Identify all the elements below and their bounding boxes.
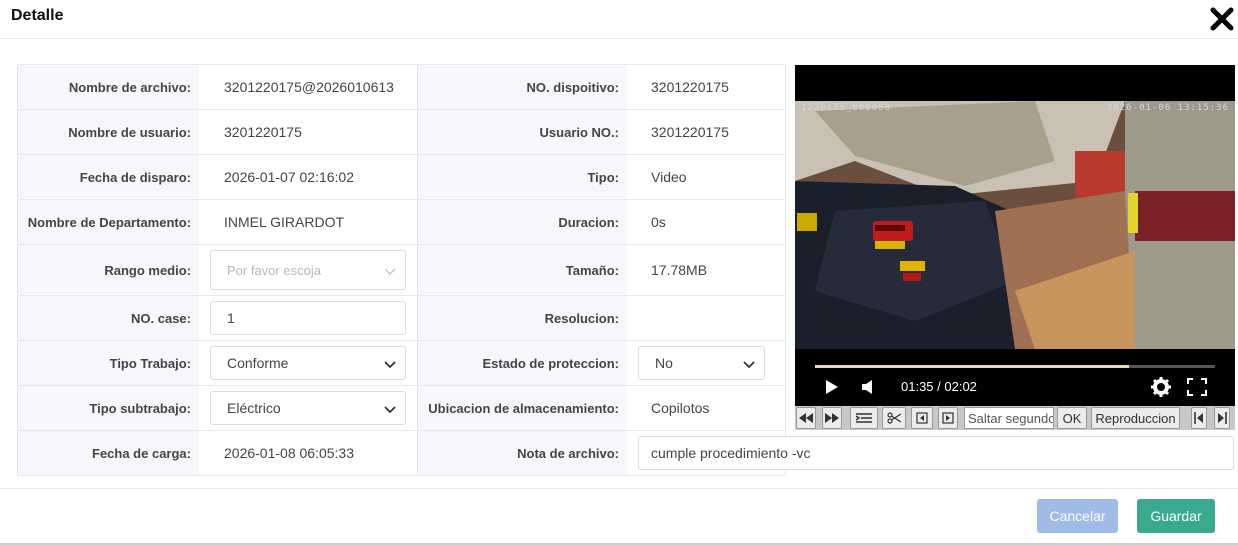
label-usuario-no: Usuario NO.: [417, 110, 627, 154]
no-case-value: 1 [227, 310, 235, 326]
volume-icon[interactable] [861, 379, 875, 395]
tipo-subtrabajo-value: Eléctrico [227, 400, 281, 416]
label-fecha-carga: Fecha de carga: [18, 431, 199, 475]
tipo-trabajo-value: Conforme [227, 355, 289, 371]
fast-forward-icon [825, 413, 839, 423]
frame-forward-icon [942, 412, 954, 424]
cut-button[interactable] [882, 407, 906, 429]
nota-archivo-input[interactable]: cumple procedimiento -vc [638, 436, 1234, 470]
osd-timestamp: 2026-01-06 13:15:36 [1107, 103, 1229, 113]
playback-button[interactable]: Reproduccion [1091, 407, 1180, 429]
label-nombre-archivo: Nombre de archivo: [18, 65, 199, 109]
frame-back-icon [916, 412, 928, 424]
value-usuario-no: 3201220175 [651, 124, 729, 140]
osd-device-id: 1220175_000000 [801, 103, 891, 113]
fast-forward-button[interactable] [822, 407, 842, 429]
time-display: 01:35 / 02:02 [901, 379, 977, 394]
label-nota-archivo: Nota de archivo: [417, 431, 627, 475]
progress-fill [815, 365, 1129, 368]
rewind-button[interactable] [796, 407, 816, 429]
seek-seconds-placeholder: Saltar segundos [968, 410, 1054, 426]
label-rango-medio: Rango medio: [18, 245, 199, 295]
value-tipo: Video [651, 169, 687, 185]
form-row: Nombre de Departamento: INMEL GIRARDOT D… [18, 200, 785, 245]
chevron-down-icon [384, 361, 396, 369]
value-fecha-disparo: 2026-01-07 02:16:02 [224, 169, 354, 185]
value-tamano: 17.78MB [651, 262, 708, 278]
label-tipo-subtrabajo: Tipo subtrabajo: [18, 386, 199, 430]
close-icon[interactable] [1209, 6, 1235, 32]
label-departamento: Nombre de Departamento: [18, 200, 199, 244]
no-case-input[interactable]: 1 [210, 301, 406, 335]
label-duracion: Duracion: [417, 200, 627, 244]
value-nombre-usuario: 3201220175 [224, 124, 302, 140]
form-row: Nombre de usuario: 3201220175 Usuario NO… [18, 110, 785, 155]
list-indent-icon [856, 413, 872, 423]
chevron-down-icon [384, 406, 396, 414]
next-frame-button[interactable] [938, 407, 958, 429]
tipo-trabajo-select[interactable]: Conforme [210, 346, 406, 380]
label-resolucion: Resolucion: [417, 296, 627, 340]
form-row: Tipo subtrabajo: Eléctrico Ubicacion de … [18, 386, 785, 431]
value-duracion: 0s [651, 214, 666, 230]
label-fecha-disparo: Fecha de disparo: [18, 155, 199, 199]
fullscreen-icon[interactable] [1187, 378, 1207, 396]
nota-archivo-value: cumple procedimiento -vc [651, 445, 811, 461]
video-frame [795, 101, 1235, 349]
rango-medio-placeholder: Por favor escoja [227, 262, 321, 278]
dialog-header: Detalle [0, 0, 1238, 39]
detail-form: Nombre de archivo: 3201220175@2026010613… [17, 64, 786, 476]
last-button[interactable] [1214, 407, 1230, 429]
progress-bar[interactable] [815, 365, 1215, 368]
estado-proteccion-value: No [655, 355, 673, 371]
rewind-icon [799, 413, 813, 423]
label-no-case: NO. case: [18, 296, 199, 340]
chevron-down-icon [384, 268, 396, 275]
label-estado-proteccion: Estado de proteccion: [417, 341, 627, 385]
cancel-button[interactable]: Cancelar [1037, 499, 1118, 533]
estado-proteccion-select[interactable]: No [638, 346, 765, 380]
form-row: Rango medio: Por favor escoja Tamaño: 17… [18, 245, 785, 296]
first-button[interactable] [1191, 407, 1207, 429]
form-row: Nombre de archivo: 3201220175@2026010613… [18, 65, 785, 110]
play-icon[interactable] [825, 379, 839, 395]
footer-divider [0, 488, 1238, 489]
value-ubicacion: Copilotos [651, 400, 710, 416]
label-no-dispositivo: NO. dispoitivo: [417, 65, 627, 109]
skip-end-icon [1218, 412, 1227, 424]
seek-seconds-input[interactable]: Saltar segundos [964, 407, 1054, 429]
form-row: NO. case: 1 Resolucion: [18, 296, 785, 341]
value-departamento: INMEL GIRARDOT [224, 214, 345, 230]
tipo-subtrabajo-select[interactable]: Eléctrico [210, 391, 406, 425]
value-no-dispositivo: 3201220175 [651, 79, 729, 95]
save-button[interactable]: Guardar [1137, 499, 1215, 533]
prev-frame-button[interactable] [911, 407, 933, 429]
label-tipo: Tipo: [417, 155, 627, 199]
label-ubicacion: Ubicacion de almacenamiento: [417, 386, 627, 430]
value-fecha-carga: 2026-01-08 06:05:33 [224, 445, 354, 461]
player-toolbar: Saltar segundos OK Reproduccion [795, 406, 1235, 430]
dialog-title: Detalle [11, 7, 64, 24]
form-row: Fecha de disparo: 2026-01-07 02:16:02 Ti… [18, 155, 785, 200]
chevron-down-icon [743, 361, 755, 369]
settings-gear-icon[interactable] [1151, 377, 1171, 397]
seek-ok-button[interactable]: OK [1057, 407, 1087, 429]
label-tamano: Tamaño: [417, 245, 627, 295]
video-player[interactable]: 1220175_000000 2026-01-06 13:15:36 01:35… [795, 65, 1235, 406]
list-button[interactable] [850, 407, 878, 429]
skip-start-icon [1194, 412, 1203, 424]
rango-medio-select[interactable]: Por favor escoja [210, 250, 406, 290]
form-row: Tipo Trabajo: Conforme Estado de protecc… [18, 341, 785, 386]
label-tipo-trabajo: Tipo Trabajo: [18, 341, 199, 385]
scissors-icon [887, 412, 901, 424]
label-nombre-usuario: Nombre de usuario: [18, 110, 199, 154]
value-nombre-archivo: 3201220175@2026010613 [224, 79, 394, 95]
